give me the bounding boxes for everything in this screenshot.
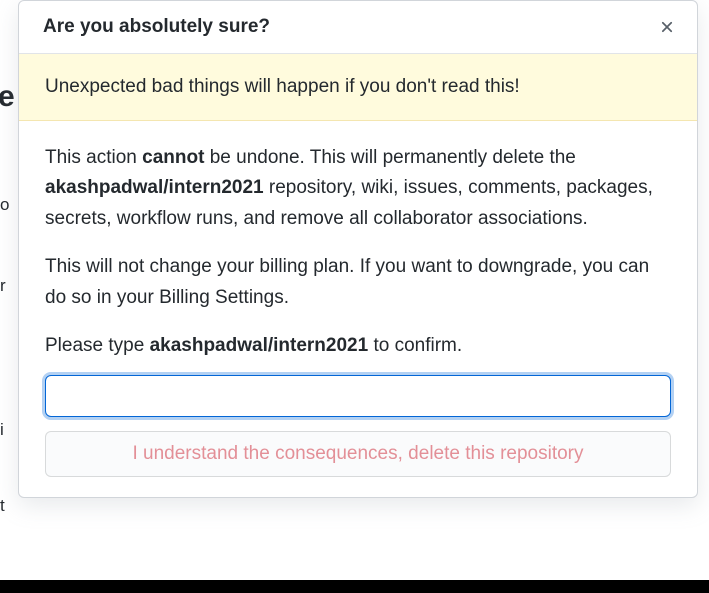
modal-title: Are you absolutely sure? xyxy=(43,16,270,38)
modal-body: This action cannot be undone. This will … xyxy=(19,121,697,497)
warning-banner: Unexpected bad things will happen if you… xyxy=(19,54,697,121)
billing-note: This will not change your billing plan. … xyxy=(45,252,671,313)
close-button[interactable] xyxy=(655,15,679,39)
confirm-repo-name: akashpadwal/intern2021 xyxy=(150,335,369,356)
close-icon xyxy=(658,18,676,36)
repo-name: akashpadwal/intern2021 xyxy=(45,177,264,198)
confirm-input[interactable] xyxy=(45,375,671,417)
delete-repo-modal: Are you absolutely sure? Unexpected bad … xyxy=(18,0,698,498)
confirm-prompt: Please type akashpadwal/intern2021 to co… xyxy=(45,331,671,361)
modal-header: Are you absolutely sure? xyxy=(19,1,697,54)
consequence-text: This action cannot be undone. This will … xyxy=(45,143,671,234)
delete-repository-button[interactable]: I understand the consequences, delete th… xyxy=(45,431,671,477)
